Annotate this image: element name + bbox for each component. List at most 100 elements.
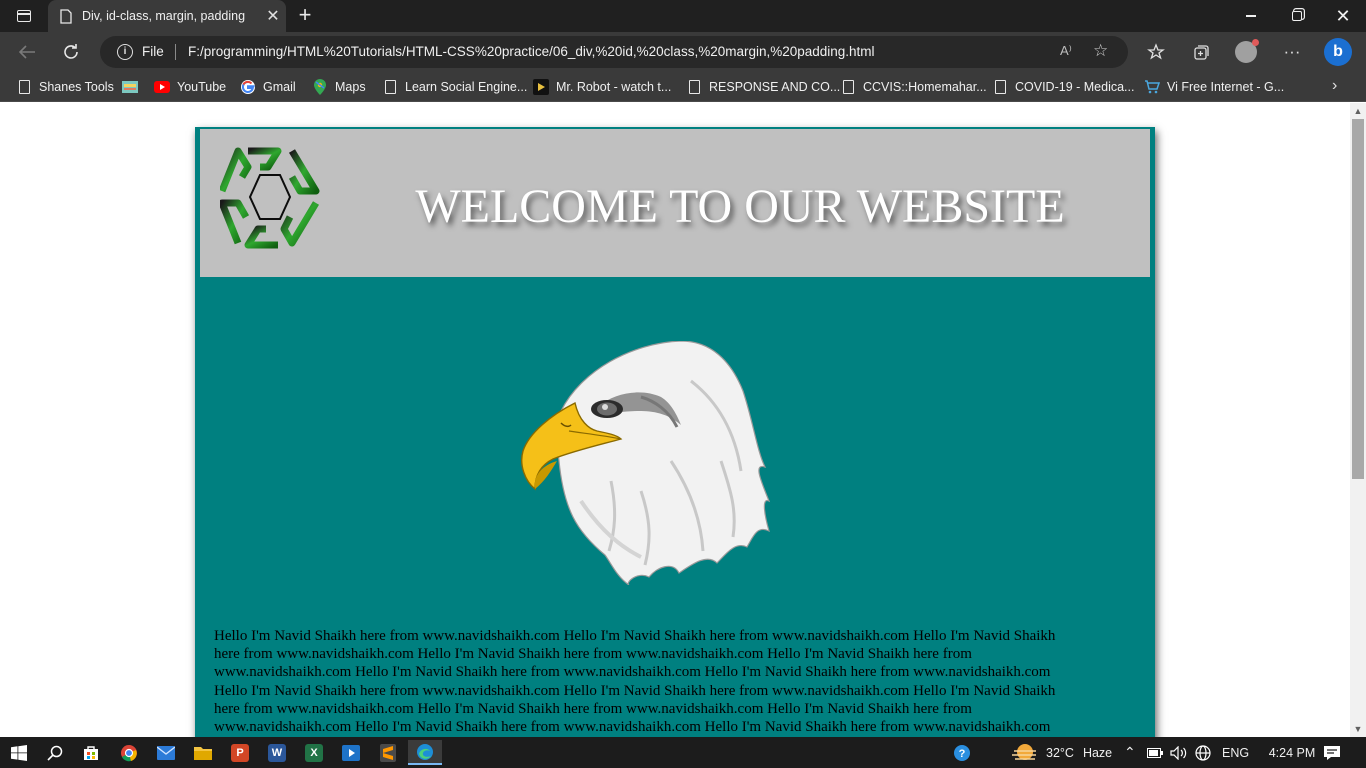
bookmark-learn-social[interactable]: Learn Social Engine... [382,77,527,97]
tab-close-icon[interactable]: ✕ [260,6,286,26]
weather-desc: Haze [1082,745,1113,760]
collections-icon[interactable] [1186,38,1216,66]
bookmark-app[interactable] [122,77,145,97]
help-icon[interactable]: ? [953,737,971,768]
network-globe-icon[interactable] [1195,737,1211,768]
address-bar[interactable]: i File F:/programming/HTML%20Tutorials/H… [100,36,1128,68]
sublime-text-icon [380,743,396,762]
divider [175,44,176,60]
search-icon [47,745,63,761]
page-icon [382,79,398,95]
maps-pin-icon [312,79,328,95]
eagle-image [521,341,771,585]
browser-tab[interactable]: Div, id-class, margin, padding ✕ [48,0,286,32]
paragraph-line: Hello I'm Navid Shaikh here from www.nav… [214,682,1056,699]
word-icon: W [268,743,286,762]
paragraph-line: Hello I'm Navid Shaikh here from www.nav… [214,628,1056,644]
taskbar-edge[interactable] [408,740,442,765]
page-icon [686,79,702,95]
back-button[interactable] [12,38,42,66]
bookmark-response[interactable]: RESPONSE AND CO... [686,77,840,97]
bookmark-mr-robot[interactable]: Mr. Robot - watch t... [533,77,671,97]
reload-icon [64,44,78,59]
search-button[interactable] [38,740,72,765]
profile-avatar[interactable] [1231,38,1261,66]
bookmark-shanes-tools[interactable]: Shanes Tools [16,77,114,97]
taskbar-file-explorer[interactable] [186,740,220,765]
scroll-down-icon[interactable]: ▼ [1350,722,1366,736]
edge-icon [417,743,433,760]
taskbar-excel[interactable]: X [297,740,331,765]
volume-icon[interactable] [1170,737,1188,768]
minimize-button[interactable] [1228,0,1274,32]
new-tab-button[interactable]: + [292,4,318,28]
taskbar-store[interactable] [74,740,108,765]
chevron-right-icon[interactable]: › [1332,77,1337,95]
taskbar-word[interactable]: W [260,740,294,765]
taskbar-media[interactable] [334,740,368,765]
page-icon [16,79,32,95]
navigation-bar: i File F:/programming/HTML%20Tutorials/H… [0,32,1366,72]
colorful-app-icon [122,79,138,95]
taskbar: P W X ? 32°C Haze ⌃ ENG 4:24 PM [0,737,1366,768]
page-title: WELCOME TO OUR WEBSITE [415,180,1065,233]
document-icon [60,8,72,24]
google-icon [240,79,256,95]
more-options-icon[interactable]: ··· [1277,38,1307,66]
bing-icon[interactable]: b [1323,38,1353,66]
paragraph-line: here from www.navidshaikh.com Hello I'm … [214,646,972,663]
title-bar: Div, id-class, margin, padding ✕ + ✕ [0,0,1366,32]
vertical-scrollbar[interactable]: ▲ ▼ [1350,103,1366,737]
weather-temp: 32°C [1046,745,1074,760]
page-icon [840,79,856,95]
site-header: WELCOME TO OUR WEBSITE [200,129,1150,277]
tab-actions-menu-icon[interactable] [8,4,40,28]
bookmark-vi-free[interactable]: Vi Free Internet - G... [1144,77,1284,97]
address-scheme: File [142,44,164,59]
excel-icon: X [305,743,323,762]
bookmark-gmail[interactable]: Gmail [240,77,296,97]
page-viewport: WELCOME TO OUR WEBSITE Hello I'm Navid S… [0,103,1350,737]
bookmarks-bar: Shanes Tools YouTube Gmail Maps Learn So… [0,72,1366,102]
reload-button[interactable] [56,38,86,66]
powerpoint-icon: P [231,743,249,762]
cart-icon [1144,79,1160,95]
close-window-button[interactable]: ✕ [1320,0,1366,32]
bookmark-youtube[interactable]: YouTube [154,77,226,97]
address-url[interactable]: F:/programming/HTML%20Tutorials/HTML-CSS… [188,44,875,59]
battery-icon[interactable] [1147,737,1163,768]
paragraph-line: www.navidshaikh.com Hello I'm Navid Shai… [214,664,1051,681]
taskbar-chrome[interactable] [112,740,146,765]
mail-icon [157,745,175,760]
bookmark-maps[interactable]: Maps [312,77,366,97]
taskbar-sublime[interactable] [371,740,405,765]
favorites-icon[interactable] [1141,38,1171,66]
bookmark-ccvis[interactable]: CCVIS::Homemahar... [840,77,987,97]
restore-button[interactable] [1274,0,1320,32]
youtube-icon [154,79,170,95]
chrome-icon [121,744,137,761]
folder-icon [194,747,212,760]
language-indicator[interactable]: ENG [1222,737,1249,768]
start-button[interactable] [2,740,36,765]
taskbar-mail[interactable] [149,740,183,765]
notifications-icon[interactable] [1323,737,1341,768]
logo-icon [220,147,320,249]
read-aloud-icon[interactable]: A⁾ [1060,43,1072,59]
media-player-icon [342,744,360,761]
clock[interactable]: 4:24 PM [1262,737,1322,768]
windows-icon [11,744,27,761]
taskbar-powerpoint[interactable]: P [223,740,257,765]
info-icon[interactable]: i [117,44,133,60]
weather-widget[interactable]: 32°C Haze [1012,737,1112,768]
scrollbar-thumb[interactable] [1352,119,1364,479]
scroll-up-icon[interactable]: ▲ [1350,104,1366,118]
tab-title: Div, id-class, margin, padding [82,9,246,23]
body-paragraph: Hello I'm Navid Shaikh here from www.nav… [214,627,1124,736]
page-icon [992,79,1008,95]
arrow-left-icon [18,45,35,59]
bookmark-covid[interactable]: COVID-19 - Medica... [992,77,1134,97]
add-favorite-icon[interactable]: ☆ [1093,41,1108,61]
chevron-up-icon[interactable]: ⌃ [1124,737,1136,768]
store-icon [84,745,98,760]
